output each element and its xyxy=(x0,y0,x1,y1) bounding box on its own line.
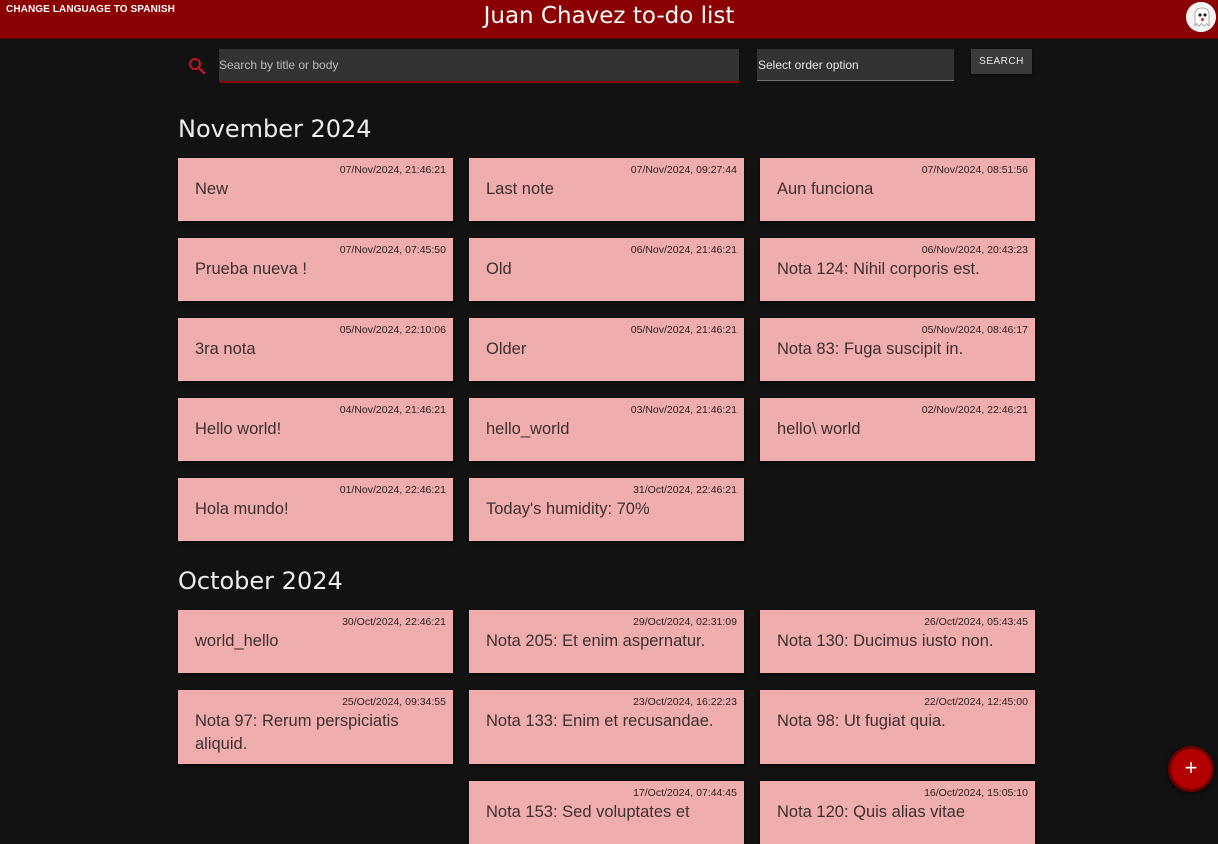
note-date: 07/Nov/2024, 21:46:21 xyxy=(339,164,446,176)
note-card[interactable]: 26/Oct/2024, 05:43:45 Nota 130: Ducimus i… xyxy=(760,610,1035,673)
note-date: 23/Oct/2024, 16:22:23 xyxy=(633,696,737,708)
note-card[interactable]: 05/Nov/2024, 22:10:06 3ra nota xyxy=(178,318,453,381)
note-date: 26/Oct/2024, 05:43:45 xyxy=(924,616,1028,628)
note-date: 17/Oct/2024, 07:44:45 xyxy=(633,787,737,799)
notes-grid: 07/Nov/2024, 21:46:21 New 07/Nov/2024, 09:… xyxy=(178,158,1035,541)
note-date: 06/Nov/2024, 21:46:21 xyxy=(630,244,737,256)
note-date: 05/Nov/2024, 08:46:17 xyxy=(921,324,1028,336)
add-note-button[interactable]: + xyxy=(1168,746,1214,792)
note-card[interactable]: 05/Nov/2024, 08:46:17 Nota 83: Fuga susci… xyxy=(760,318,1035,381)
note-card[interactable]: 06/Nov/2024, 20:43:23 Nota 124: Nihil cor… xyxy=(760,238,1035,301)
note-card[interactable]: 07/Nov/2024, 09:27:44 Last note xyxy=(469,158,744,221)
note-date: 31/Oct/2024, 22:46:21 xyxy=(633,484,737,496)
note-date: 29/Oct/2024, 02:31:09 xyxy=(633,616,737,628)
month-heading: November 2024 xyxy=(178,115,372,143)
note-date: 16/Oct/2024, 15:05:10 xyxy=(924,787,1028,799)
note-date: 07/Nov/2024, 07:45:50 xyxy=(339,244,446,256)
note-date: 22/Oct/2024, 12:45:00 xyxy=(924,696,1028,708)
search-input[interactable] xyxy=(219,49,739,83)
note-card[interactable]: 01/Nov/2024, 22:46:21 Hola mundo! xyxy=(178,478,453,541)
note-card[interactable]: 17/Oct/2024, 07:44:45 Nota 153: Sed volup… xyxy=(469,781,744,844)
note-card[interactable]: 29/Oct/2024, 02:31:09 Nota 205: Et enim a… xyxy=(469,610,744,673)
note-card[interactable]: 25/Oct/2024, 09:34:55 Nota 97: Rerum pers… xyxy=(178,690,453,764)
plus-icon: + xyxy=(1184,755,1198,780)
note-card[interactable]: 30/Oct/2024, 22:46:21 world_hello xyxy=(178,610,453,673)
note-date: 05/Nov/2024, 21:46:21 xyxy=(630,324,737,336)
ghost-avatar-icon[interactable] xyxy=(1186,2,1216,32)
note-card[interactable]: 04/Nov/2024, 21:46:21 Hello world! xyxy=(178,398,453,461)
note-date: 02/Nov/2024, 22:46:21 xyxy=(921,404,1028,416)
note-card[interactable]: 05/Nov/2024, 21:46:21 Older xyxy=(469,318,744,381)
note-card[interactable]: 06/Nov/2024, 21:46:21 Old xyxy=(469,238,744,301)
note-card[interactable]: 31/Oct/2024, 22:46:21 Today's humidity: 7… xyxy=(469,478,744,541)
note-date: 25/Oct/2024, 09:34:55 xyxy=(342,696,446,708)
note-card[interactable]: 23/Oct/2024, 16:22:23 Nota 133: Enim et r… xyxy=(469,690,744,764)
note-date: 03/Nov/2024, 21:46:21 xyxy=(630,404,737,416)
note-date: 01/Nov/2024, 22:46:21 xyxy=(339,484,446,496)
note-card[interactable]: 07/Nov/2024, 08:51:56 Aun funciona xyxy=(760,158,1035,221)
page-title: Juan Chavez to-do list xyxy=(483,3,735,29)
note-card[interactable]: 02/Nov/2024, 22:46:21 hello\ world xyxy=(760,398,1035,461)
app-header: CHANGE LANGUAGE TO SPANISH Juan Chavez t… xyxy=(0,0,1218,39)
search-icon xyxy=(188,57,206,75)
note-card[interactable]: 22/Oct/2024, 12:45:00 Nota 98: Ut fugiat … xyxy=(760,690,1035,764)
note-card[interactable]: 16/Oct/2024, 15:05:10 Nota 120: Quis alia… xyxy=(760,781,1035,844)
note-date: 04/Nov/2024, 21:46:21 xyxy=(339,404,446,416)
note-card[interactable]: 03/Nov/2024, 21:46:21 hello_world xyxy=(469,398,744,461)
note-card[interactable]: 07/Nov/2024, 07:45:50 Prueba nueva ! xyxy=(178,238,453,301)
note-date: 30/Oct/2024, 22:46:21 xyxy=(342,616,446,628)
note-date: 06/Nov/2024, 20:43:23 xyxy=(921,244,1028,256)
month-heading: October 2024 xyxy=(178,567,343,595)
note-date: 07/Nov/2024, 08:51:56 xyxy=(921,164,1028,176)
order-select-placeholder: Select order option xyxy=(758,58,859,72)
search-bar: Select order option SEARCH xyxy=(178,49,1034,83)
note-date: 05/Nov/2024, 22:10:06 xyxy=(339,324,446,336)
search-button[interactable]: SEARCH xyxy=(971,49,1032,74)
note-date: 07/Nov/2024, 09:27:44 xyxy=(630,164,737,176)
notes-grid: 30/Oct/2024, 22:46:21 world_hello 29/Oct/2… xyxy=(178,610,1035,844)
note-card[interactable]: 07/Nov/2024, 21:46:21 New xyxy=(178,158,453,221)
order-select[interactable]: Select order option xyxy=(757,49,954,81)
